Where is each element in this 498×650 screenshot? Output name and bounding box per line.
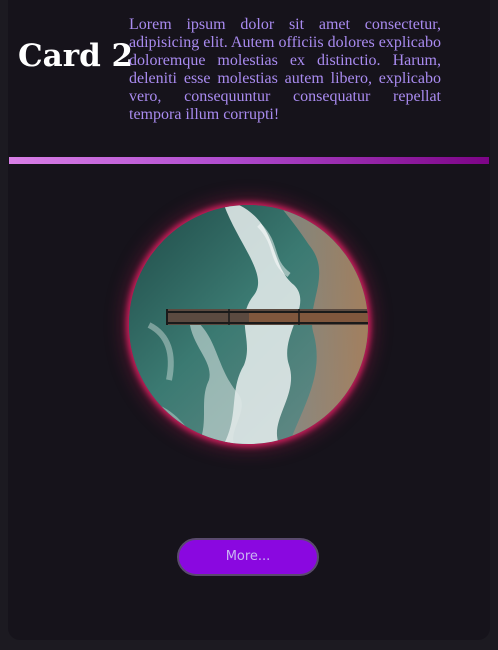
more-button[interactable]: More...: [177, 538, 319, 576]
card-title: Card 2: [18, 38, 134, 74]
ocean-pier-image: [129, 205, 368, 444]
card-description: Lorem ipsum dolor sit amet consectetur, …: [129, 16, 441, 123]
card: Card 2 Lorem ipsum dolor sit amet consec…: [8, 0, 490, 640]
card-image: [129, 205, 368, 444]
accent-divider: [9, 157, 489, 164]
